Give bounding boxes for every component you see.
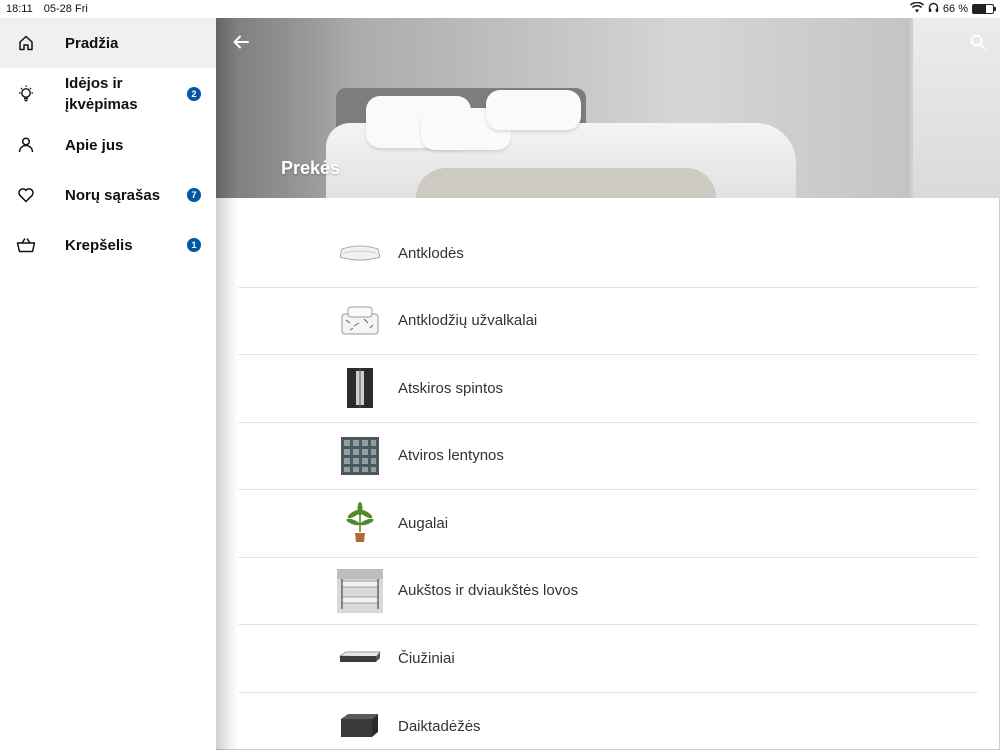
status-time: 18:11 xyxy=(6,3,33,15)
category-row-mattresses[interactable]: Čiužiniai xyxy=(238,625,978,693)
sidebar-item-label: Apie jus xyxy=(65,136,124,154)
sidebar-item-label: Pradžia xyxy=(65,34,119,52)
search-icon xyxy=(970,34,986,55)
category-label: Daiktadėžės xyxy=(398,717,481,735)
category-row-duvets[interactable]: Antklodės xyxy=(238,220,978,288)
sidebar-item-label: Norų sąrašas xyxy=(65,186,161,204)
sidebar-item-home[interactable]: Pradžia xyxy=(0,18,216,68)
page-title: Prekės xyxy=(281,158,341,178)
person-icon xyxy=(16,135,36,155)
sidebar-item-label: Idėjos ir įkvėpimas xyxy=(65,75,138,113)
storage-box-icon xyxy=(337,703,383,749)
headphones-icon xyxy=(928,2,939,16)
status-bar: 18:11 05-28 Fri 66 % xyxy=(0,0,1000,18)
notification-badge: 2 xyxy=(187,87,201,101)
sidebar-item-wishlist[interactable]: Norų sąrašas 7 xyxy=(0,170,216,220)
pillow-shape xyxy=(486,90,581,130)
notification-badge: 7 xyxy=(187,188,201,202)
category-row-wardrobes[interactable]: Atskiros spintos xyxy=(238,355,978,423)
heart-icon xyxy=(16,185,36,205)
category-row-duvet-covers[interactable]: Antklodžių užvalkalai xyxy=(238,288,978,355)
category-row-open-shelves[interactable]: Atviros lentynos xyxy=(238,423,978,490)
sidebar-item-basket[interactable]: Krepšelis 1 xyxy=(0,220,216,270)
notification-badge: 1 xyxy=(187,238,201,252)
status-date: 05-28 Fri xyxy=(43,3,88,15)
status-left: 18:11 05-28 Fri xyxy=(6,3,96,15)
wardrobe-icon xyxy=(337,365,383,411)
sidebar-item-label: Krepšelis xyxy=(65,236,133,254)
back-button[interactable] xyxy=(229,32,253,56)
category-label: Atviros lentynos xyxy=(398,447,504,465)
home-icon xyxy=(16,33,36,53)
category-row-bunk-beds[interactable]: Aukštos ir dviaukštės lovos xyxy=(238,558,978,625)
sidebar-item-about-you[interactable]: Apie jus xyxy=(0,120,216,170)
category-list: Antklodės Antklodžių užvalkalai Atskiros… xyxy=(238,220,978,750)
category-label: Antklodžių užvalkalai xyxy=(398,312,538,330)
status-right: 66 % xyxy=(909,1,996,16)
battery-icon xyxy=(972,4,996,14)
duvet-cover-icon xyxy=(337,298,383,344)
hero-banner: Prekės xyxy=(216,18,1000,198)
sidebar-item-ideas[interactable]: Idėjos ir įkvėpimas 2 xyxy=(0,68,216,120)
plant-icon xyxy=(337,500,383,546)
category-label: Aukštos ir dviaukštės lovos xyxy=(398,582,579,600)
sidebar: Pradžia Idėjos ir įkvėpimas 2 Apie jus N… xyxy=(0,18,238,750)
category-label: Augalai xyxy=(398,514,449,532)
category-row-storage-boxes[interactable]: Daiktadėžės xyxy=(238,693,978,750)
category-label: Atskiros spintos xyxy=(398,379,504,397)
search-button[interactable] xyxy=(966,32,990,56)
bunk-bed-icon xyxy=(337,568,383,614)
basket-icon xyxy=(16,235,36,255)
duvet-icon xyxy=(337,230,383,276)
open-shelf-icon xyxy=(337,433,383,479)
arrow-left-icon xyxy=(232,34,250,55)
battery-percent: 66 % xyxy=(942,3,968,15)
category-row-plants[interactable]: Augalai xyxy=(238,490,978,558)
category-label: Antklodės xyxy=(398,244,464,262)
category-label: Čiužiniai xyxy=(398,649,455,667)
bed-throw xyxy=(416,168,716,198)
lightbulb-icon xyxy=(16,84,36,104)
mattress-icon xyxy=(337,635,383,681)
wifi-icon xyxy=(909,1,924,16)
